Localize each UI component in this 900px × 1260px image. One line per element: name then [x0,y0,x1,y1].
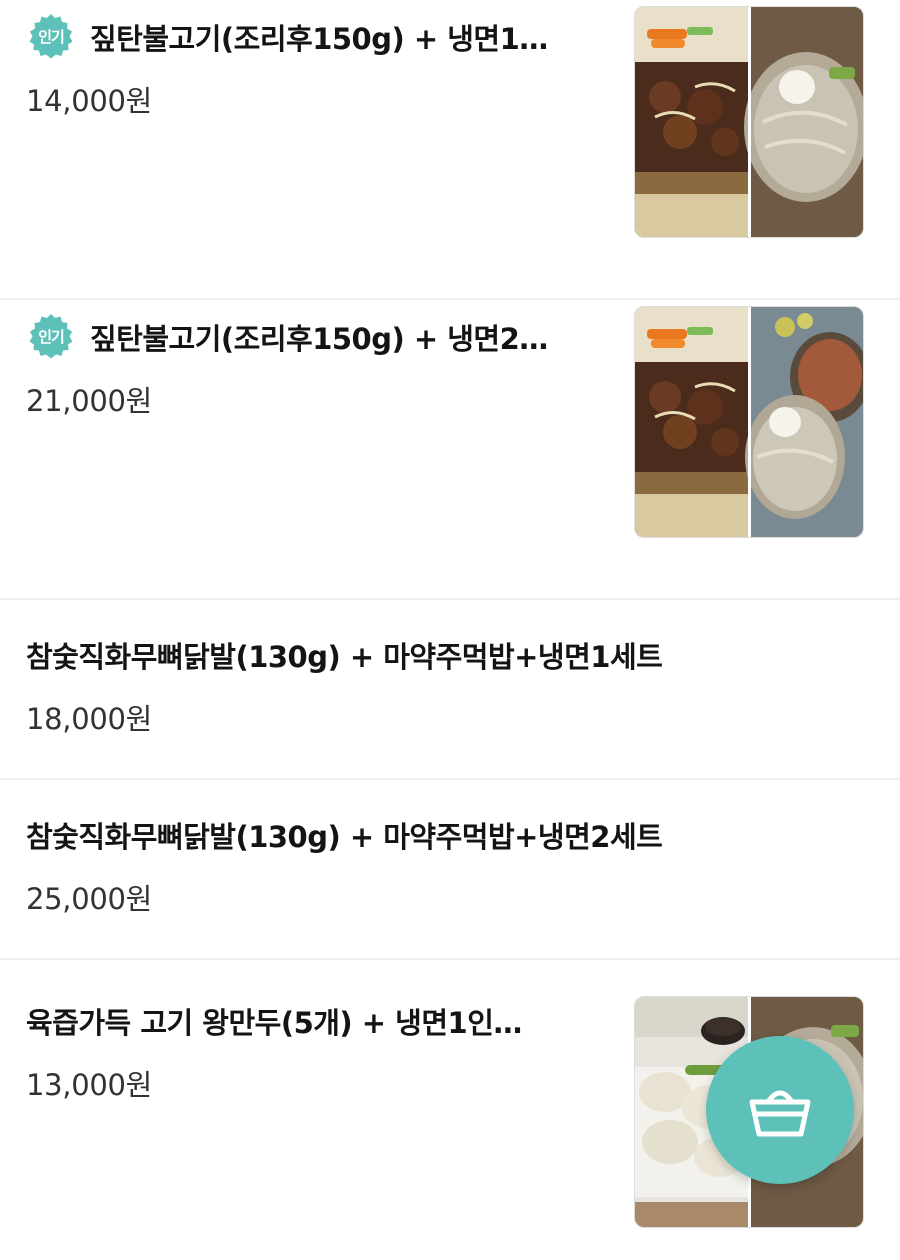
badge-label: 인기 [38,28,65,46]
menu-item-price: 21,000원 [26,384,153,418]
menu-item[interactable]: 인기 짚탄불고기(조리후150g) + 냉면2… 21,000원 [0,300,900,600]
shopping-basket-icon [749,1090,811,1137]
menu-item-title: 참숯직화무뼈닭발(130g) + 마약주먹밥+냉면2세트 [26,820,663,854]
menu-item-title-row: 참숯직화무뼈닭발(130g) + 마약주먹밥+냉면2세트 [26,812,866,858]
cart-button[interactable] [706,1036,854,1184]
menu-item-photo [634,306,864,538]
badge-label: 인기 [38,328,65,346]
menu-item-title: 육즙가득 고기 왕만두(5개) + 냉면1인… [26,1006,522,1040]
menu-item-photo [634,6,864,238]
menu-item-text: 참숯직화무뼈닭발(130g) + 마약주먹밥+냉면2세트 25,000원 [26,812,866,918]
popular-badge: 인기 [26,12,76,62]
menu-item-text: 육즙가득 고기 왕만두(5개) + 냉면1인… 13,000원 [26,998,606,1104]
menu-item-title-row: 육즙가득 고기 왕만두(5개) + 냉면1인… [26,998,606,1044]
menu-item-title-row: 인기 짚탄불고기(조리후150g) + 냉면2… [26,314,606,360]
menu-item-text: 인기 짚탄불고기(조리후150g) + 냉면1… 14,000원 [26,14,606,120]
menu-item[interactable]: 인기 짚탄불고기(조리후150g) + 냉면1… 14,000원 [0,0,900,300]
popular-badge: 인기 [26,312,76,362]
menu-item-title-row: 인기 짚탄불고기(조리후150g) + 냉면1… [26,14,606,60]
menu-item[interactable]: 참숯직화무뼈닭발(130g) + 마약주먹밥+냉면2세트 25,000원 [0,780,900,960]
menu-item-text: 참숯직화무뼈닭발(130g) + 마약주먹밥+냉면1세트 18,000원 [26,632,866,738]
bulgogi-naengmyeon-photo [635,307,863,537]
menu-item-price: 14,000원 [26,84,153,118]
menu-item-price: 25,000원 [26,882,153,916]
menu-item-price: 18,000원 [26,702,153,736]
menu-item-title: 참숯직화무뼈닭발(130g) + 마약주먹밥+냉면1세트 [26,640,663,674]
menu-item-title-row: 참숯직화무뼈닭발(130g) + 마약주먹밥+냉면1세트 [26,632,866,678]
menu-item-title: 짚탄불고기(조리후150g) + 냉면2… [90,322,548,356]
menu-item-title: 짚탄불고기(조리후150g) + 냉면1… [90,22,548,56]
menu-item[interactable]: 참숯직화무뼈닭발(130g) + 마약주먹밥+냉면1세트 18,000원 [0,600,900,780]
bulgogi-naengmyeon-photo [635,7,863,237]
menu-item-price: 13,000원 [26,1068,153,1102]
menu-item-text: 인기 짚탄불고기(조리후150g) + 냉면2… 21,000원 [26,314,606,420]
